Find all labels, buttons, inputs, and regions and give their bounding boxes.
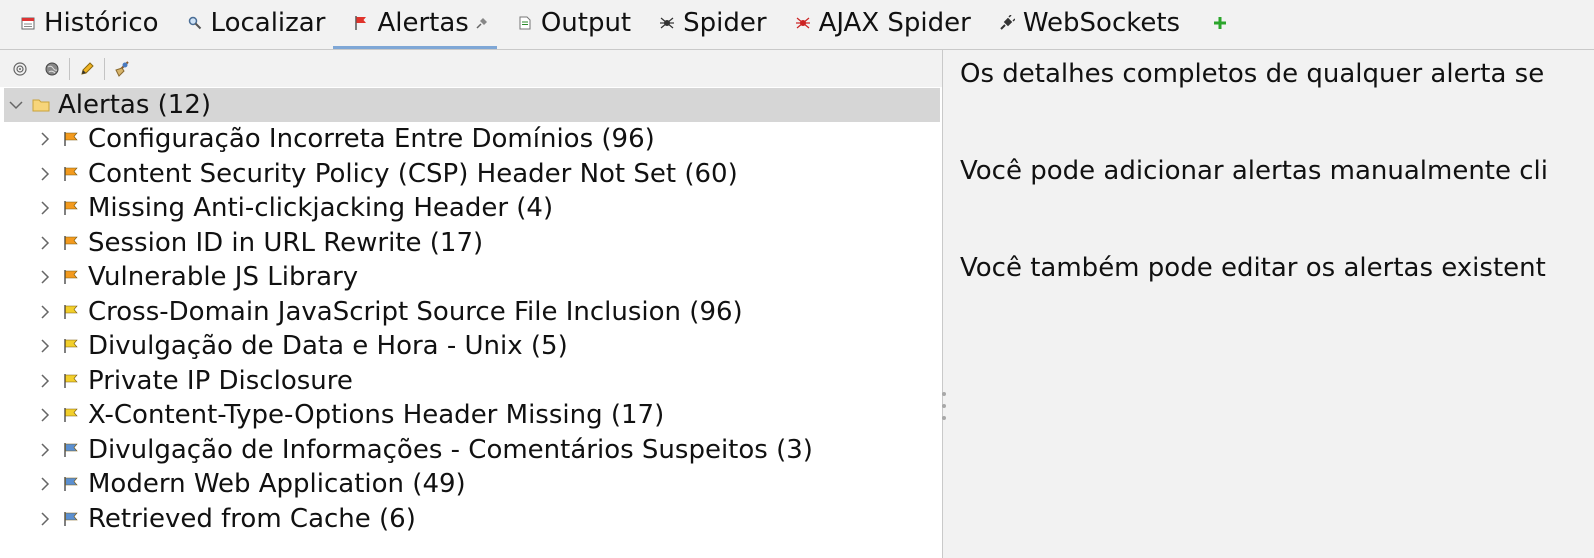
red-spider-icon xyxy=(795,15,811,31)
tree-item[interactable]: Divulgação de Informações - Comentários … xyxy=(0,433,942,467)
tree-item[interactable]: Divulgação de Data e Hora - Unix (5) xyxy=(0,329,942,363)
document-icon xyxy=(517,15,533,31)
tab-historico[interactable]: Histórico xyxy=(0,0,167,46)
tab-websockets[interactable]: WebSockets xyxy=(979,0,1188,46)
low-risk-flag-icon xyxy=(63,303,81,321)
tree-item[interactable]: Retrieved from Cache (6) xyxy=(0,502,942,536)
tab-label: Spider xyxy=(683,8,767,38)
tab-label: Alertas xyxy=(377,8,469,38)
chevron-right-icon[interactable] xyxy=(36,405,54,425)
tab-label: WebSockets xyxy=(1022,8,1181,38)
tab-spider[interactable]: Spider xyxy=(639,0,774,46)
tree-item-label: Content Security Policy (CSP) Header Not… xyxy=(88,158,738,189)
chevron-down-icon[interactable] xyxy=(6,95,26,115)
tree-item[interactable]: Session ID in URL Rewrite (17) xyxy=(0,226,942,260)
broom-icon[interactable] xyxy=(111,58,133,80)
medium-risk-flag-icon xyxy=(63,199,81,217)
tree-item-label: Divulgação de Informações - Comentários … xyxy=(88,434,813,465)
tree-item-label: Vulnerable JS Library xyxy=(88,262,359,292)
medium-risk-flag-icon xyxy=(63,165,81,183)
tree-item[interactable]: Modern Web Application (49) xyxy=(0,467,942,501)
plus-icon xyxy=(1212,15,1228,31)
tree-root-alertas[interactable]: Alertas (12) xyxy=(4,88,940,122)
tab-ajax-spider[interactable]: AJAX Spider xyxy=(775,0,979,46)
medium-risk-flag-icon xyxy=(63,268,81,286)
tree-item-label: Divulgação de Data e Hora - Unix (5) xyxy=(88,331,568,361)
chevron-right-icon[interactable] xyxy=(36,474,54,494)
calendar-icon xyxy=(20,15,36,31)
chevron-right-icon[interactable] xyxy=(36,509,54,529)
medium-risk-flag-icon xyxy=(63,130,81,148)
pin-icon[interactable] xyxy=(475,15,489,31)
red-flag-icon xyxy=(353,15,369,31)
alert-details-pane: Os detalhes completos de qualquer alerta… xyxy=(948,50,1594,558)
chevron-right-icon[interactable] xyxy=(36,164,54,184)
spider-icon xyxy=(659,15,675,31)
tab-bar: Histórico Localizar Alertas Output Spide… xyxy=(0,0,1594,50)
tree-item-label: X-Content-Type-Options Header Missing (1… xyxy=(88,400,665,430)
chevron-right-icon[interactable] xyxy=(36,129,54,149)
chevron-right-icon[interactable] xyxy=(36,233,54,253)
tree-item[interactable]: X-Content-Type-Options Header Missing (1… xyxy=(0,398,942,432)
details-text-line: Você pode adicionar alertas manualmente … xyxy=(960,156,1549,186)
chevron-right-icon[interactable] xyxy=(36,302,54,322)
tree-item[interactable]: Private IP Disclosure xyxy=(0,364,942,398)
toolbar-separator xyxy=(69,57,70,80)
tab-alertas[interactable]: Alertas xyxy=(333,0,498,49)
plug-icon xyxy=(999,15,1015,31)
folder-icon xyxy=(32,97,50,113)
tree-item-label: Retrieved from Cache (6) xyxy=(88,503,416,534)
tab-output[interactable]: Output xyxy=(497,0,639,46)
tree-item[interactable]: Vulnerable JS Library xyxy=(0,260,942,294)
tree-item-label: Modern Web Application (49) xyxy=(88,469,466,499)
toolbar-separator xyxy=(104,57,105,80)
chevron-right-icon[interactable] xyxy=(36,267,54,287)
info-risk-flag-icon xyxy=(63,441,81,459)
tab-label: Output xyxy=(540,8,632,38)
alerts-toolbar xyxy=(0,50,942,87)
tree-item[interactable]: Cross-Domain JavaScript Source File Incl… xyxy=(0,295,942,329)
globe-icon[interactable] xyxy=(41,58,63,80)
tab-label: Localizar xyxy=(210,8,326,38)
tab-localizar[interactable]: Localizar xyxy=(167,0,334,46)
magnifier-icon xyxy=(187,15,203,31)
tab-label: AJAX Spider xyxy=(818,8,971,38)
target-icon[interactable] xyxy=(9,58,31,80)
tree-item-label: Private IP Disclosure xyxy=(88,365,353,396)
alerts-tree-pane: Alertas (12) Configuração Incorreta Entr… xyxy=(0,50,943,558)
pencil-icon[interactable] xyxy=(76,58,98,80)
details-text-line: Os detalhes completos de qualquer alerta… xyxy=(960,59,1545,89)
chevron-right-icon[interactable] xyxy=(36,371,54,391)
tree-item-label: Configuração Incorreta Entre Domínios (9… xyxy=(88,124,655,154)
low-risk-flag-icon xyxy=(63,372,81,390)
tab-label: Histórico xyxy=(44,8,159,38)
chevron-right-icon[interactable] xyxy=(36,440,54,460)
tree-root-label: Alertas (12) xyxy=(58,90,212,120)
tree-item[interactable]: Configuração Incorreta Entre Domínios (9… xyxy=(0,122,942,156)
low-risk-flag-icon xyxy=(63,337,81,355)
tree-item-label: Session ID in URL Rewrite (17) xyxy=(88,227,484,258)
add-tab-button[interactable] xyxy=(1188,0,1236,46)
details-text-line: Você também pode editar os alertas exist… xyxy=(960,253,1546,283)
info-risk-flag-icon xyxy=(63,475,81,493)
chevron-right-icon[interactable] xyxy=(36,198,54,218)
medium-risk-flag-icon xyxy=(63,234,81,252)
info-risk-flag-icon xyxy=(63,510,81,528)
tree-item[interactable]: Missing Anti-clickjacking Header (4) xyxy=(0,191,942,225)
tree-item-label: Missing Anti-clickjacking Header (4) xyxy=(88,193,554,223)
tree-item[interactable]: Content Security Policy (CSP) Header Not… xyxy=(0,157,942,191)
tree-item-label: Cross-Domain JavaScript Source File Incl… xyxy=(88,296,743,327)
chevron-right-icon[interactable] xyxy=(36,336,54,356)
low-risk-flag-icon xyxy=(63,406,81,424)
pane-splitter-handle[interactable] xyxy=(941,392,947,420)
